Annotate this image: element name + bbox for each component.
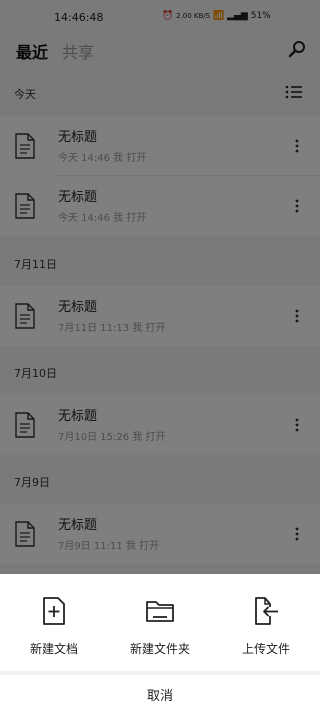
new-document-icon xyxy=(43,597,65,625)
recent-files-screen: 14:46:48 ⏰ 2.00 KB/S 📶 ▂▄▆ 51% 最近 共享 今天 xyxy=(0,0,320,574)
upload-file-label: 上传文件 xyxy=(241,642,290,656)
upload-file-button[interactable]: 上传文件 xyxy=(220,596,312,676)
new-folder-icon xyxy=(146,601,174,622)
new-folder-button[interactable]: 新建文件夹 xyxy=(114,596,206,676)
cancel-button[interactable]: 取消 xyxy=(0,679,320,715)
upload-file-icon xyxy=(255,597,278,625)
new-document-button[interactable]: 新建文档 xyxy=(8,596,100,676)
modal-backdrop[interactable] xyxy=(0,0,320,574)
create-action-sheet: 新建文档 新建文件夹 上传文件 取消 xyxy=(0,574,320,715)
new-folder-label: 新建文件夹 xyxy=(129,642,190,656)
sheet-separator xyxy=(0,671,320,675)
new-document-label: 新建文档 xyxy=(29,642,78,656)
